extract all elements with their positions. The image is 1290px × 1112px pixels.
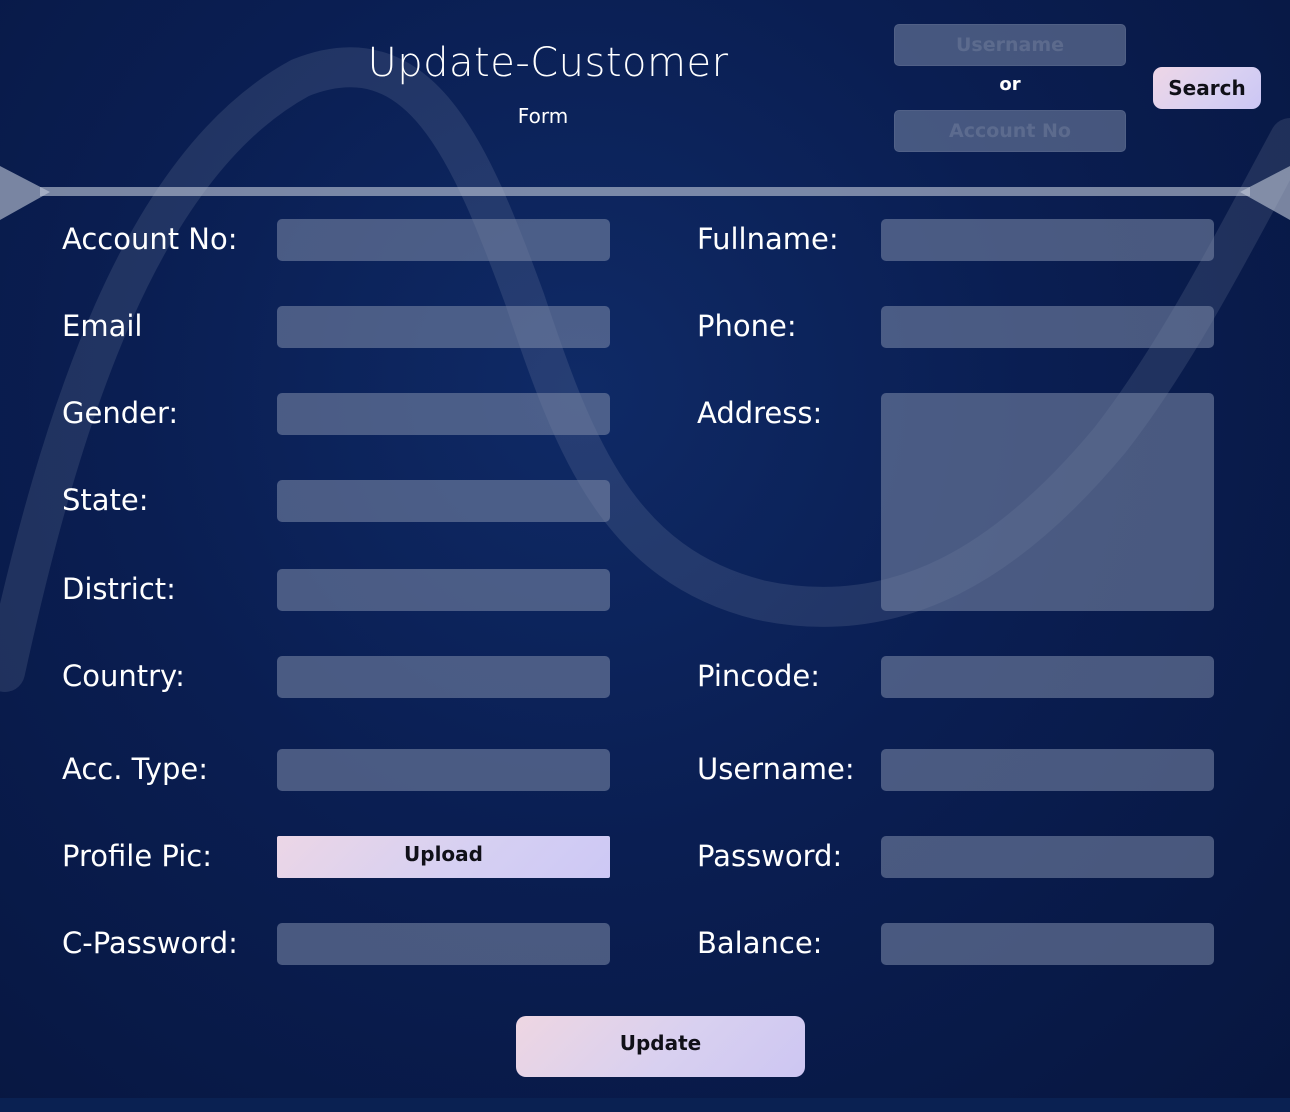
account-no-input[interactable] bbox=[277, 219, 610, 261]
email-input[interactable] bbox=[277, 306, 610, 348]
upload-button[interactable]: Upload bbox=[277, 836, 610, 878]
header-divider bbox=[40, 187, 1250, 196]
district-label: District: bbox=[62, 572, 176, 606]
search-button[interactable]: Search bbox=[1153, 67, 1261, 109]
username-input[interactable] bbox=[881, 749, 1214, 791]
address-textarea[interactable] bbox=[881, 393, 1214, 611]
password-label: Password: bbox=[697, 839, 843, 873]
c-password-input[interactable] bbox=[277, 923, 610, 965]
phone-label: Phone: bbox=[697, 309, 797, 343]
update-button[interactable]: Update bbox=[516, 1016, 805, 1077]
fullname-input[interactable] bbox=[881, 219, 1214, 261]
gender-input[interactable] bbox=[277, 393, 610, 435]
acc-type-label: Acc. Type: bbox=[62, 752, 209, 786]
balance-input[interactable] bbox=[881, 923, 1214, 965]
page-subtitle: Form bbox=[517, 104, 569, 128]
state-label: State: bbox=[62, 483, 149, 517]
profile-pic-label: Profile Pic: bbox=[62, 839, 213, 873]
account-no-label: Account No: bbox=[62, 222, 238, 256]
pincode-label: Pincode: bbox=[697, 659, 820, 693]
country-label: Country: bbox=[62, 659, 185, 693]
balance-label: Balance: bbox=[697, 926, 823, 960]
password-input[interactable] bbox=[881, 836, 1214, 878]
username-label: Username: bbox=[697, 752, 855, 786]
district-input[interactable] bbox=[277, 569, 610, 611]
state-input[interactable] bbox=[277, 480, 610, 522]
pincode-input[interactable] bbox=[881, 656, 1214, 698]
page-title: Update-Customer bbox=[367, 40, 729, 86]
country-input[interactable] bbox=[277, 656, 610, 698]
divider-right-arrow bbox=[1240, 166, 1290, 220]
fullname-label: Fullname: bbox=[697, 222, 839, 256]
gender-label: Gender: bbox=[62, 396, 179, 430]
search-username-input[interactable] bbox=[894, 24, 1126, 66]
address-label: Address: bbox=[697, 396, 823, 430]
phone-input[interactable] bbox=[881, 306, 1214, 348]
email-label: Email bbox=[62, 309, 143, 343]
bottom-bar bbox=[0, 1098, 1290, 1112]
acc-type-input[interactable] bbox=[277, 749, 610, 791]
search-account-input[interactable] bbox=[894, 110, 1126, 152]
c-password-label: C-Password: bbox=[62, 926, 238, 960]
divider-left-arrow bbox=[0, 166, 50, 220]
search-or-label: or bbox=[999, 74, 1021, 95]
